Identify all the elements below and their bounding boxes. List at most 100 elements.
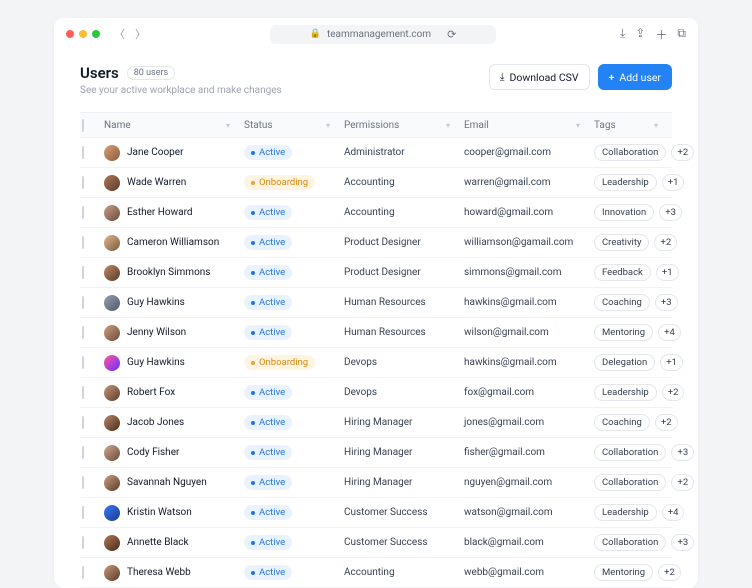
email-cell: fisher@gmail.com [464,447,594,458]
row-checkbox[interactable] [82,266,84,279]
table-body: Jane CooperActiveAdministratorcooper@gma… [80,138,672,588]
table-row[interactable]: Jenny WilsonActiveHuman Resourceswilson@… [80,318,672,348]
status-badge: Active [244,445,292,460]
user-name: Cody Fisher [127,447,179,458]
table-row[interactable]: Kristin WatsonActiveCustomer Successwats… [80,498,672,528]
tag-pill: Coaching [594,414,650,431]
table-row[interactable]: Savannah Nguyen Active Hiring Managernguye… [80,468,672,498]
row-checkbox[interactable] [82,146,84,159]
browser-window: 〈 〉 🔒 teammanagement.com ⟳ ⤓ ⇪ ＋ ⧉ Users… [54,18,698,588]
row-checkbox[interactable] [82,206,84,219]
tag-count: +1 [656,264,679,281]
chevron-down-icon: ▾ [654,121,658,130]
permission-cell: Hiring Manager [344,447,464,458]
email-cell: black@gmail.com [464,537,594,548]
tag-count: +3 [659,204,682,221]
tag-count: +3 [655,294,678,311]
avatar [104,415,120,431]
table-row[interactable]: Jacob JonesActiveHiring Managerjones@gma… [80,408,672,438]
table-row[interactable]: Annette BlackActiveCustomer Successblack… [80,528,672,558]
chevron-down-icon: ▾ [446,121,450,130]
permission-cell: Hiring Manager [344,417,464,428]
tag-pill: Leadership [594,174,657,191]
user-count-badge: 80 users [127,66,175,80]
maximize-window-icon[interactable] [92,30,100,38]
user-name: Jane Cooper [127,147,183,158]
minimize-window-icon[interactable] [79,30,87,38]
tag-count: +4 [658,324,681,341]
table-row[interactable]: Guy HawkinsActiveHuman Resourceshawkins@… [80,288,672,318]
permission-cell: Human Resources [344,297,464,308]
tag-count: +2 [662,384,685,401]
table-row[interactable]: Esther HowardActiveAccountinghoward@gmai… [80,198,672,228]
status-badge: Active [244,235,292,250]
column-status[interactable]: Status▾ [244,120,344,131]
close-window-icon[interactable] [66,30,74,38]
download-csv-button[interactable]: ⤓ Download CSV [489,64,590,90]
row-checkbox[interactable] [82,386,84,399]
reload-icon[interactable]: ⟳ [447,28,456,41]
table-row[interactable]: Theresa WebbActiveAccountingwebb@gmail.c… [80,558,672,588]
row-checkbox[interactable] [82,446,84,459]
row-checkbox[interactable] [82,566,84,579]
email-cell: watson@gmail.com [464,507,594,518]
column-permissions[interactable]: Permissions▾ [344,120,464,131]
user-name: Jacob Jones [127,417,184,428]
forward-icon[interactable]: 〉 [135,26,146,42]
avatar [104,265,120,281]
status-badge: Active [244,415,292,430]
tag-pill: Creativity [594,234,649,251]
permission-cell: Customer Success [344,507,464,518]
table-row[interactable]: Wade WarrenOnboardingAccountingwarren@gm… [80,168,672,198]
page-content: Users 80 users See your active workplace… [54,50,698,588]
email-cell: howard@gmail.com [464,207,594,218]
tag-count: +4 [662,504,685,521]
row-checkbox[interactable] [82,236,84,249]
back-icon[interactable]: 〈 [114,26,125,42]
avatar [104,145,120,161]
tag-count: +2 [654,234,677,251]
permission-cell: Devops [344,387,464,398]
email-cell: nguyen@gmail.com [464,477,594,488]
download-icon: ⤓ [500,70,505,84]
column-tags[interactable]: Tags▾ [594,120,672,131]
table-row[interactable]: Brooklyn SimmonsActiveProduct Designersi… [80,258,672,288]
email-cell: wilson@gmail.com [464,327,594,338]
add-user-button[interactable]: + Add user [598,64,672,90]
row-checkbox[interactable] [82,506,84,519]
user-name: Savannah Nguyen [127,477,207,488]
download-icon[interactable]: ⤓ [620,26,625,43]
row-checkbox[interactable] [82,326,84,339]
row-checkbox[interactable] [82,476,84,489]
table-header: Name▾ Status▾ Permissions▾ Email▾ Tags▾ [80,112,672,138]
permission-cell: Hiring Manager [344,477,464,488]
row-checkbox[interactable] [82,176,84,189]
table-row[interactable]: Cameron WilliamsonActiveProduct Designer… [80,228,672,258]
row-checkbox[interactable] [82,356,84,369]
tag-count: +3 [671,444,694,461]
tabs-icon[interactable]: ⧉ [677,26,686,43]
share-icon[interactable]: ⇪ [635,26,645,43]
row-checkbox[interactable] [82,296,84,309]
url-text: teammanagement.com [327,29,431,40]
avatar [104,175,120,191]
table-row[interactable]: Jane CooperActiveAdministratorcooper@gma… [80,138,672,168]
column-email[interactable]: Email▾ [464,120,594,131]
select-all-checkbox[interactable] [82,119,84,132]
tag-count: +2 [671,474,694,491]
window-controls [66,30,100,38]
status-badge: Active [244,385,292,400]
email-cell: williamson@gamail.com [464,237,594,248]
address-bar[interactable]: 🔒 teammanagement.com ⟳ [270,25,497,44]
row-checkbox[interactable] [82,536,84,549]
table-row[interactable]: Cody Fisher Active Hiring Managerfisher@gm… [80,438,672,468]
status-badge: Active [244,325,292,340]
column-name[interactable]: Name▾ [104,120,244,131]
new-tab-icon[interactable]: ＋ [655,26,667,43]
table-row[interactable]: Guy HawkinsOnboardingDevopshawkins@gmail… [80,348,672,378]
table-row[interactable]: Robert FoxActiveDevopsfox@gmail.comLeade… [80,378,672,408]
row-checkbox[interactable] [82,416,84,429]
status-badge: Active [244,475,292,490]
tag-pill: Leadership [594,384,657,401]
email-cell: cooper@gmail.com [464,147,594,158]
